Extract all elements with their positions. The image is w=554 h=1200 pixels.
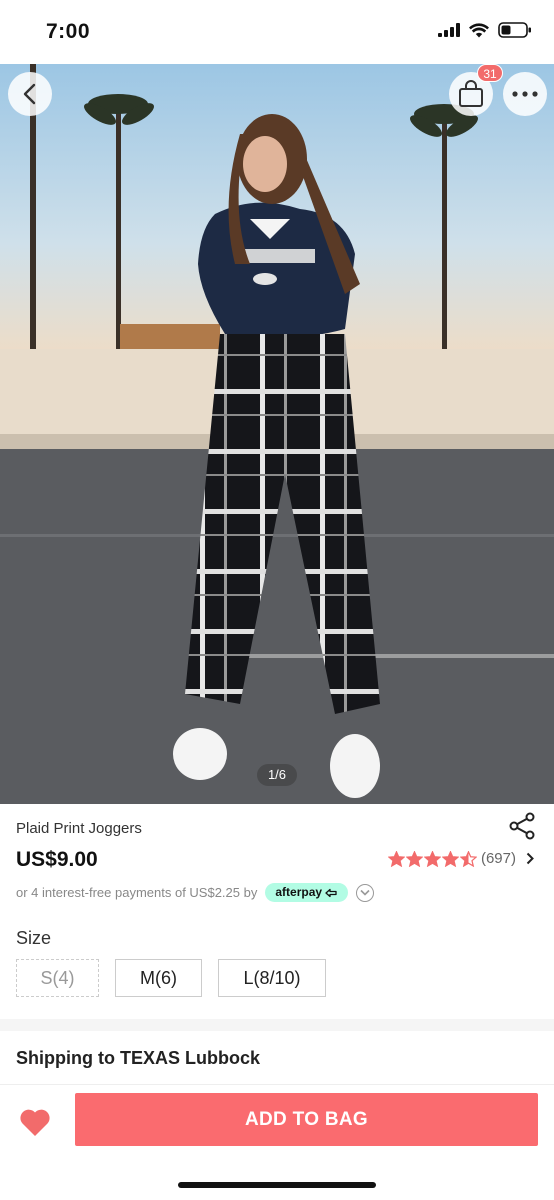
star-full-icon (423, 850, 441, 867)
afterpay-badge[interactable]: afterpay (265, 883, 349, 902)
add-to-bag-button[interactable]: ADD TO BAG (75, 1093, 538, 1146)
installment-text: or 4 interest-free payments of US$2.25 b… (16, 885, 258, 900)
installment-info: or 4 interest-free payments of US$2.25 b… (16, 883, 375, 902)
star-full-icon (387, 850, 405, 867)
status-bar: 7:00 (0, 0, 554, 64)
cart-count-badge: 31 (477, 64, 503, 82)
divider (0, 1084, 554, 1085)
size-option-s[interactable]: S(4) (16, 959, 99, 997)
size-options: S(4) M(6) L(8/10) (16, 959, 326, 997)
star-full-icon (441, 850, 459, 867)
rating-count: (697) (480, 850, 516, 867)
size-option-l[interactable]: L(8/10) (218, 959, 326, 997)
chevron-right-icon (526, 852, 534, 865)
shipping-destination[interactable]: Shipping to TEXAS Lubbock (16, 1048, 260, 1069)
rating-stars (387, 850, 477, 867)
wishlist-button[interactable] (15, 1102, 55, 1142)
product-photo (0, 64, 554, 804)
more-dots-icon (512, 91, 538, 97)
size-option-m[interactable]: M(6) (115, 959, 202, 997)
back-chevron-icon (23, 83, 36, 105)
status-time: 7:00 (46, 20, 91, 43)
more-options-button[interactable] (503, 72, 547, 116)
cellular-signal-icon (438, 23, 460, 37)
afterpay-expand-button[interactable] (356, 883, 375, 902)
rating-summary[interactable]: (697) (387, 850, 534, 867)
product-name: Plaid Print Joggers (16, 820, 142, 837)
afterpay-label: afterpay (275, 885, 323, 899)
home-indicator (178, 1182, 376, 1188)
afterpay-logo-icon (325, 888, 337, 897)
image-page-indicator: 1/6 (257, 764, 297, 786)
shopping-bag-icon (459, 80, 483, 107)
section-divider (0, 1019, 554, 1031)
product-price: US$9.00 (16, 848, 98, 871)
product-image-carousel[interactable]: 31 1/6 (0, 64, 554, 804)
star-full-icon (405, 850, 423, 867)
status-icons (438, 22, 532, 38)
chevron-down-icon (360, 889, 370, 896)
battery-icon (498, 22, 531, 38)
back-button[interactable] (8, 72, 52, 116)
size-label: Size (16, 928, 52, 948)
share-icon (509, 812, 535, 840)
star-half-icon (459, 850, 477, 867)
wifi-icon (469, 22, 489, 37)
share-button[interactable] (506, 810, 538, 842)
heart-icon (20, 1109, 50, 1136)
